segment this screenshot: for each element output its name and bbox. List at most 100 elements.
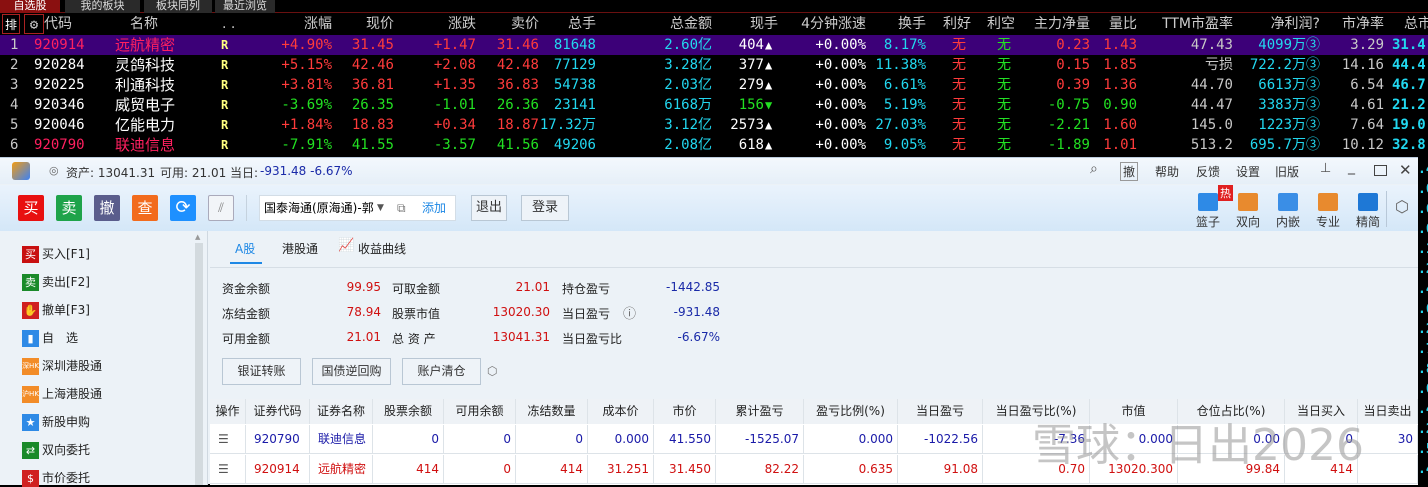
column-header[interactable]: 冻结数量 bbox=[516, 399, 588, 424]
market-cap-value: 21.2 bbox=[1392, 97, 1426, 113]
sidebar-item[interactable]: ★ 新股申购 bbox=[22, 413, 90, 431]
toolbar: 买卖撤查 ⟳ ⫽ 国泰海通(原海通)-郭 ▼ ⧉ 添加 退出 登录 篮子 双向 内嵌… bbox=[0, 185, 1418, 231]
login-button[interactable]: 登录 bbox=[521, 195, 569, 221]
action-button-0[interactable]: 银证转账 bbox=[222, 358, 301, 385]
summary-label: 可取金额 bbox=[392, 282, 441, 296]
copy-icon[interactable]: ⧉ bbox=[397, 196, 406, 220]
speed-value: +0.00% bbox=[815, 37, 866, 53]
sidebar-item[interactable]: ▮ 自 选 bbox=[22, 329, 78, 347]
column-header[interactable]: 当日盈亏 bbox=[898, 399, 983, 424]
column-header-chg[interactable]: 涨跌 bbox=[400, 14, 476, 34]
search-icon[interactable]: ⌕ bbox=[1090, 161, 1098, 177]
action-button-2[interactable]: 账户清仓 bbox=[402, 358, 481, 385]
action-settings-icon[interactable]: ⬡ bbox=[487, 364, 497, 378]
minimize-button[interactable]: _ bbox=[1348, 159, 1355, 175]
sidebar-item[interactable]: ✋ 撤单[F3] bbox=[22, 301, 90, 319]
column-header-chg-pct[interactable]: 涨幅 bbox=[250, 14, 332, 34]
column-header-cur-vol[interactable]: 现手 bbox=[716, 14, 778, 34]
app-logo-icon bbox=[12, 162, 30, 180]
info-icon[interactable]: ⓘ bbox=[623, 303, 636, 322]
column-header-good[interactable]: 利好 bbox=[941, 14, 973, 34]
menu-2[interactable]: 反馈 bbox=[1196, 163, 1220, 180]
column-header[interactable]: 当日卖出 bbox=[1358, 399, 1418, 424]
column-header-profit[interactable]: 净利润? bbox=[1240, 14, 1320, 34]
action-button-1[interactable]: 国债逆回购 bbox=[312, 358, 391, 385]
sidebar-item[interactable]: 沪HK 上海港股通 bbox=[22, 385, 102, 403]
column-header-pb[interactable]: 市净率 bbox=[1325, 14, 1384, 34]
query-button[interactable]: 查 bbox=[132, 195, 158, 221]
column-header[interactable]: 累计盈亏 bbox=[716, 399, 804, 424]
sidebar-item[interactable]: $ 市价委托 bbox=[22, 469, 90, 487]
broker-select[interactable]: 国泰海通(原海通)-郭 ▼ ⧉ 添加 bbox=[259, 195, 456, 221]
quote-row[interactable]: 3 920225 利通科技 R +3.81% 36.81 +1.35 36.83 54738 2.… bbox=[0, 75, 1428, 95]
quote-row[interactable]: 1 920914 远航精密 R +4.90% 31.45 +1.47 31.46 81648 2.… bbox=[0, 35, 1428, 55]
column-header-name[interactable]: 名称 bbox=[130, 14, 190, 34]
maximize-button[interactable] bbox=[1374, 165, 1387, 176]
column-header[interactable]: 盈亏比例(%) bbox=[804, 399, 898, 424]
row-menu-icon[interactable]: ☰ bbox=[210, 455, 246, 484]
column-header[interactable]: 市价 bbox=[654, 399, 716, 424]
column-header[interactable]: 证券代码 bbox=[246, 399, 310, 424]
quote-tab[interactable]: 我的板块 bbox=[65, 0, 140, 13]
scroll-up-icon[interactable]: ▲ bbox=[195, 233, 200, 241]
column-header-speed[interactable]: 4分钟涨速 bbox=[780, 14, 866, 34]
summary-label: 冻结金额 bbox=[222, 307, 271, 321]
column-header-price[interactable]: 现价 bbox=[330, 14, 394, 34]
column-header-vol-ratio[interactable]: 量比 bbox=[1092, 14, 1137, 34]
column-header-vol[interactable]: 总手 bbox=[530, 14, 596, 34]
close-button[interactable]: ✕ bbox=[1399, 161, 1412, 179]
quote-row[interactable]: 5 920046 亿能电力 R +1.84% 18.83 +0.34 18.87 17.32万 3… bbox=[0, 115, 1428, 135]
add-account-link[interactable]: 添加 bbox=[422, 196, 446, 220]
quote-row[interactable]: 2 920284 灵鸽科技 R +5.15% 42.46 +2.08 42.48 77129 3.… bbox=[0, 55, 1428, 75]
tab-0[interactable]: A股 bbox=[235, 240, 255, 257]
background-quote-cell: .7 bbox=[1418, 342, 1428, 357]
settings-gear-icon[interactable]: ⬡ bbox=[1395, 197, 1409, 216]
column-header-mcap[interactable]: 总市 bbox=[1392, 14, 1428, 34]
menu-4[interactable]: 旧版 bbox=[1275, 163, 1299, 180]
column-header-main-net[interactable]: 主力净量 bbox=[1020, 14, 1090, 34]
sidebar-item[interactable]: ⇄ 双向委托 bbox=[22, 441, 90, 459]
menu-0[interactable]: 撤 bbox=[1120, 162, 1139, 181]
quote-tab[interactable]: 最近浏览 bbox=[215, 0, 275, 13]
turnover-value: 9.05% bbox=[883, 137, 926, 153]
tab-2[interactable]: 收益曲线 bbox=[358, 240, 406, 257]
column-header[interactable]: 成本价 bbox=[588, 399, 654, 424]
settings-gear-icon[interactable]: ⚙ bbox=[24, 14, 44, 34]
column-header[interactable]: 证券名称 bbox=[310, 399, 373, 424]
sidebar-item[interactable]: 卖卖出[F2] bbox=[22, 273, 90, 291]
menu-1[interactable]: 帮助 bbox=[1155, 163, 1179, 180]
pro-button[interactable]: 专业 bbox=[1310, 193, 1346, 230]
menu-3[interactable]: 设置 bbox=[1236, 163, 1260, 180]
column-header[interactable]: 操作 bbox=[210, 399, 246, 424]
sidebar-item[interactable]: 买买入[F1] bbox=[22, 245, 90, 263]
chart-button[interactable]: ⫽ bbox=[208, 195, 234, 221]
position-cell: 31.251 bbox=[588, 455, 654, 484]
refresh-button[interactable]: ⟳ bbox=[170, 195, 196, 221]
sort-button[interactable]: 排 bbox=[2, 14, 20, 34]
column-header-amount[interactable]: 总金额 bbox=[600, 14, 712, 34]
column-header[interactable]: 股票余额 bbox=[373, 399, 444, 424]
column-header-bad[interactable]: 利空 bbox=[985, 14, 1017, 34]
quote-tab[interactable]: 自选股 bbox=[0, 0, 60, 13]
two-way-button[interactable]: 双向 bbox=[1230, 193, 1266, 230]
logout-button[interactable]: 退出 bbox=[471, 195, 507, 221]
embed-button[interactable]: 内嵌 bbox=[1270, 193, 1306, 230]
quote-tab[interactable]: 板块同列 bbox=[144, 0, 212, 13]
cancel-button[interactable]: 撤 bbox=[94, 195, 120, 221]
sidebar-item[interactable]: 深HK 深圳港股通 bbox=[22, 357, 102, 375]
sidebar-scrollbar[interactable] bbox=[195, 243, 203, 485]
eye-icon[interactable]: ◎ bbox=[49, 164, 59, 177]
row-menu-icon[interactable]: ☰ bbox=[210, 425, 246, 454]
compact-button[interactable]: 精简 bbox=[1350, 193, 1386, 230]
column-header[interactable]: 可用余额 bbox=[444, 399, 516, 424]
column-header-turnover[interactable]: 换手 bbox=[868, 14, 926, 34]
buy-button[interactable]: 买 bbox=[18, 195, 44, 221]
pin-icon[interactable]: ⊥ bbox=[1320, 161, 1331, 176]
sell-button[interactable]: 卖 bbox=[56, 195, 82, 221]
column-header-pe[interactable]: TTM市盈率 bbox=[1140, 14, 1233, 34]
speed-value: +0.00% bbox=[815, 117, 866, 133]
quote-row[interactable]: 6 920790 联迪信息 R -7.91% 41.55 -3.57 41.56 49206 2.… bbox=[0, 135, 1428, 155]
column-header-code[interactable]: 代码 bbox=[44, 14, 104, 34]
tab-1[interactable]: 港股通 bbox=[282, 240, 318, 257]
quote-row[interactable]: 4 920346 威贸电子 R -3.69% 26.35 -1.01 26.36 23141 61… bbox=[0, 95, 1428, 115]
